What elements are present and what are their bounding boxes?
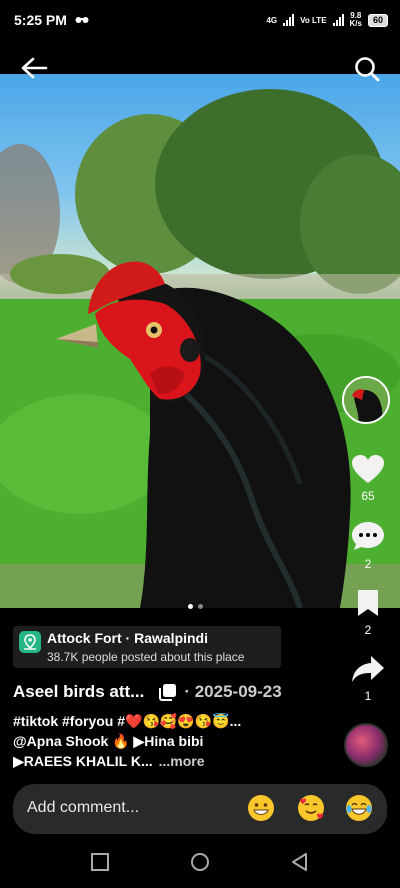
search-icon[interactable] — [354, 56, 380, 82]
comment-count: 2 — [364, 557, 372, 571]
author-avatar[interactable] — [342, 376, 390, 424]
smiling-face-with-hearts-icon[interactable] — [297, 794, 325, 822]
add-comment-input[interactable]: Add comment... — [27, 799, 139, 817]
bookmark-icon[interactable] — [355, 588, 381, 618]
system-nav-bar — [0, 838, 400, 888]
like-count: 65 — [361, 489, 375, 503]
location-pin-icon — [19, 631, 41, 653]
caption-line-1: #tiktok #foryou #❤️😘🥰😍😘😇... — [13, 713, 242, 729]
top-navigation — [0, 52, 400, 84]
home-icon[interactable] — [190, 852, 210, 872]
share-count: 1 — [364, 689, 372, 703]
location-name: Attock Fort · Rawalpindi — [47, 630, 208, 646]
caption-more-link[interactable]: ...more — [159, 753, 205, 769]
heart-icon[interactable] — [351, 454, 385, 484]
signal-icon-2 — [332, 14, 344, 26]
signal-icon — [283, 14, 295, 26]
rooster-illustration — [0, 89, 400, 608]
status-time: 5:25 PM — [14, 12, 67, 28]
tears-of-joy-face-icon[interactable] — [345, 794, 373, 822]
caption-line-2: @Apna Shook 🔥 ▶Hina bibi — [13, 733, 204, 749]
speed-unit: K/s — [349, 19, 362, 28]
back-arrow-icon[interactable] — [20, 56, 48, 80]
post-date: · 2025-09-23 — [184, 682, 282, 701]
caption-line-3-text: ▶RAEES KHALIL K... — [13, 753, 153, 769]
back-nav-icon[interactable] — [290, 852, 310, 872]
network-right-label: Vo LTE — [300, 15, 327, 25]
share-icon[interactable] — [351, 654, 385, 684]
comment-action[interactable]: 2 — [346, 520, 390, 571]
status-indicators: 4G Vo LTE 9.8 K/s 60 — [266, 12, 388, 28]
share-action[interactable]: 1 — [346, 654, 390, 703]
network-left-label: 4G — [266, 15, 278, 25]
post-title[interactable]: Aseel birds att... — [13, 682, 144, 702]
post-caption[interactable]: #tiktok #foryou #❤️😘🥰😍😘😇... @Apna Shook … — [13, 711, 333, 771]
pagination-dot-active — [188, 604, 193, 609]
recent-apps-icon[interactable] — [90, 852, 110, 872]
pagination-dot — [198, 604, 203, 609]
grinning-face-icon[interactable] — [247, 794, 275, 822]
music-disc[interactable] — [344, 723, 388, 767]
location-chip[interactable]: Attock Fort · Rawalpindi 38.7K people po… — [13, 626, 281, 668]
post-title-row: Aseel birds att... · 2025-09-23 — [13, 680, 333, 704]
image-pagination — [188, 604, 203, 609]
comment-bar[interactable]: Add comment... — [13, 784, 387, 834]
glasses-icon — [75, 17, 89, 23]
battery-icon: 60 — [367, 13, 388, 27]
post-photo[interactable] — [0, 74, 400, 608]
like-action[interactable]: 65 — [346, 454, 390, 503]
comment-icon[interactable] — [351, 520, 385, 552]
bookmark-action[interactable]: 2 — [346, 588, 390, 637]
data-speed: 9.8 K/s — [350, 12, 362, 28]
location-subtitle: 38.7K people posted about this place — [47, 650, 245, 664]
photo-carousel-icon — [159, 684, 177, 701]
caption-line-3: ▶RAEES KHALIL K... ...more — [13, 751, 333, 771]
bookmark-count: 2 — [364, 623, 372, 637]
